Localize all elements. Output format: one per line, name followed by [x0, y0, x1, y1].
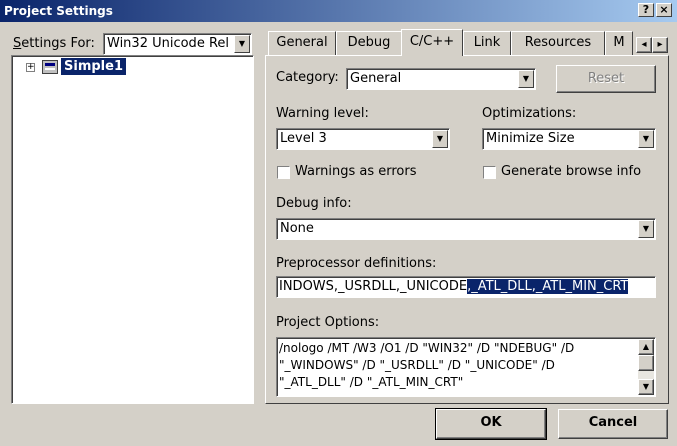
- tab-scroll-right-icon[interactable]: ▸: [652, 37, 668, 53]
- tab-scroll-left-icon[interactable]: ◂: [636, 37, 652, 53]
- warnings-as-errors-checkbox[interactable]: [277, 166, 290, 179]
- warning-level-combo[interactable]: Level 3 ▼: [276, 128, 450, 150]
- chevron-down-icon[interactable]: ▼: [518, 70, 534, 88]
- scroll-up-icon[interactable]: ▲: [638, 339, 654, 355]
- project-icon: [42, 60, 58, 74]
- project-tree[interactable]: + Simple1: [11, 55, 254, 404]
- chevron-down-icon[interactable]: ▼: [638, 130, 654, 148]
- optimizations-label: Optimizations:: [482, 106, 577, 121]
- preprocessor-label: Preprocessor definitions:: [276, 256, 437, 271]
- project-options-label: Project Options:: [276, 315, 380, 330]
- window-title: Project Settings: [4, 4, 113, 18]
- vertical-scrollbar[interactable]: ▲ ▼: [638, 339, 654, 395]
- preprocessor-text: INDOWS,_USRDLL,_UNICODE: [279, 279, 468, 294]
- preprocessor-input[interactable]: INDOWS,_USRDLL,_UNICODE,_ATL_DLL,_ATL_MI…: [276, 276, 656, 298]
- project-options-line: "_WINDOWS" /D "_USRDLL" /D "_UNICODE" /D: [279, 358, 555, 372]
- chevron-down-icon[interactable]: ▼: [432, 130, 448, 148]
- scroll-down-icon[interactable]: ▼: [638, 379, 654, 395]
- settings-for-label: Settings For:: [13, 36, 95, 51]
- cancel-button[interactable]: Cancel: [558, 409, 668, 439]
- category-value: General: [350, 71, 402, 86]
- tab-link[interactable]: Link: [463, 31, 511, 55]
- debug-info-value: None: [280, 221, 314, 236]
- generate-browse-info-checkbox[interactable]: [483, 166, 496, 179]
- category-combo[interactable]: General ▼: [346, 68, 536, 90]
- settings-for-combo[interactable]: Win32 Unicode Rel ▼: [103, 33, 252, 55]
- generate-browse-info-label[interactable]: Generate browse info: [501, 164, 641, 179]
- title-bar[interactable]: Project Settings: [0, 0, 677, 22]
- close-button[interactable]: ×: [656, 3, 672, 17]
- tab-general[interactable]: General: [268, 31, 336, 55]
- optimizations-value: Minimize Size: [486, 131, 575, 146]
- warning-level-value: Level 3: [280, 131, 327, 146]
- preprocessor-selection: ,_ATL_DLL,_ATL_MIN_CRT: [467, 279, 629, 294]
- settings-for-value: Win32 Unicode Rel: [107, 36, 230, 51]
- project-options-line: "_ATL_DLL" /D "_ATL_MIN_CRT": [279, 375, 464, 389]
- category-label: Category:: [276, 70, 339, 85]
- tree-item-simple1[interactable]: Simple1: [61, 58, 126, 75]
- tab-resources[interactable]: Resources: [511, 31, 605, 55]
- tab-debug[interactable]: Debug: [336, 31, 402, 55]
- reset-button[interactable]: Reset: [556, 65, 656, 93]
- debug-info-label: Debug info:: [276, 196, 352, 211]
- tab-cpp[interactable]: C/C++: [401, 29, 463, 56]
- tab-more[interactable]: M: [605, 31, 633, 55]
- optimizations-combo[interactable]: Minimize Size ▼: [482, 128, 656, 150]
- project-options-textarea[interactable]: /nologo /MT /W3 /O1 /D "WIN32" /D "NDEBU…: [276, 337, 656, 397]
- warning-level-label: Warning level:: [276, 106, 369, 121]
- help-button[interactable]: ?: [638, 3, 654, 17]
- scroll-thumb[interactable]: [638, 355, 654, 371]
- ok-button[interactable]: OK: [435, 408, 547, 440]
- warnings-as-errors-label[interactable]: Warnings as errors: [295, 164, 416, 179]
- debug-info-combo[interactable]: None ▼: [276, 218, 656, 240]
- chevron-down-icon[interactable]: ▼: [234, 35, 250, 53]
- tree-expand-icon[interactable]: +: [26, 63, 35, 72]
- project-options-line: /nologo /MT /W3 /O1 /D "WIN32" /D "NDEBU…: [279, 341, 575, 355]
- chevron-down-icon[interactable]: ▼: [638, 220, 654, 238]
